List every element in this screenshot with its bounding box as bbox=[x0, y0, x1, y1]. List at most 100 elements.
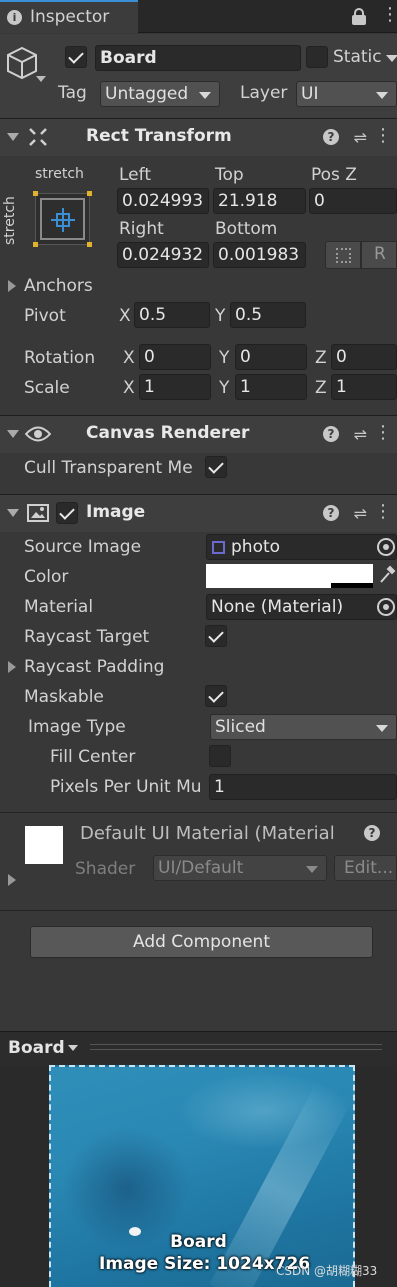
help-icon[interactable]: ? bbox=[364, 825, 380, 841]
material-expand-icon[interactable] bbox=[8, 874, 16, 886]
scale-z-label[interactable]: Z bbox=[315, 378, 327, 398]
shader-value: UI/Default bbox=[158, 858, 244, 878]
pivot-x-input[interactable]: 0.5 bbox=[134, 302, 210, 328]
eyedropper-icon[interactable] bbox=[378, 565, 396, 585]
fill-center-label: Fill Center bbox=[50, 747, 136, 767]
tag-label: Tag bbox=[58, 83, 87, 103]
kebab-menu-icon[interactable]: ⋮ bbox=[389, 821, 397, 842]
presets-icon[interactable]: ⇌ bbox=[354, 128, 367, 147]
rotation-y-label[interactable]: Y bbox=[219, 348, 229, 368]
image-enabled-checkbox[interactable] bbox=[56, 502, 78, 524]
color-swatch[interactable] bbox=[206, 564, 373, 588]
object-picker-icon[interactable] bbox=[377, 538, 395, 556]
material-field[interactable]: None (Material) bbox=[206, 594, 397, 620]
scale-label: Scale bbox=[24, 378, 70, 398]
material-preview-thumbnail bbox=[25, 826, 63, 864]
rotation-z-label[interactable]: Z bbox=[315, 348, 327, 368]
preview-dropdown[interactable]: Board bbox=[2, 1035, 84, 1061]
inspector-tab[interactable]: i Inspector bbox=[0, 0, 138, 33]
help-icon[interactable]: ? bbox=[323, 505, 339, 521]
scale-y-label[interactable]: Y bbox=[219, 378, 229, 398]
preview-dropdown-label: Board bbox=[8, 1038, 65, 1058]
kebab-menu-icon[interactable]: ⋮ bbox=[381, 4, 397, 25]
tag-dropdown[interactable]: Untagged bbox=[100, 81, 220, 107]
material-block-title: Default UI Material (Material bbox=[80, 823, 335, 844]
kebab-menu-icon[interactable]: ⋮ bbox=[389, 1037, 397, 1058]
anchors-label[interactable]: Anchors bbox=[24, 276, 93, 296]
image-header[interactable]: Image ? ⇌ ⋮ bbox=[0, 494, 397, 532]
shader-dropdown: UI/Default bbox=[153, 855, 327, 881]
rotation-z-input[interactable]: 0 bbox=[331, 344, 397, 370]
rect-transform-header[interactable]: Rect Transform ? ⇌ ⋮ bbox=[0, 118, 397, 156]
anchors-expand-icon[interactable] bbox=[8, 280, 16, 292]
chevron-down-icon bbox=[199, 92, 211, 99]
presets-icon[interactable]: ⇌ bbox=[354, 504, 367, 523]
color-label: Color bbox=[24, 567, 69, 587]
object-picker-icon[interactable] bbox=[377, 598, 395, 616]
ppu-label: Pixels Per Unit Mu bbox=[50, 777, 202, 797]
static-dropdown-caret[interactable] bbox=[386, 55, 397, 62]
pivot-label: Pivot bbox=[24, 306, 66, 326]
lock-icon[interactable] bbox=[352, 8, 366, 25]
left-label: Left bbox=[119, 165, 151, 185]
ppu-input[interactable]: 1 bbox=[209, 774, 397, 800]
active-checkbox[interactable] bbox=[65, 46, 87, 68]
bottom-input[interactable]: 0.001983 bbox=[213, 242, 306, 268]
help-icon[interactable]: ? bbox=[323, 426, 339, 442]
kebab-menu-icon[interactable]: ⋮ bbox=[374, 422, 392, 443]
inspector-tab-label: Inspector bbox=[30, 7, 110, 27]
anchor-preset-button[interactable] bbox=[33, 191, 92, 247]
rotation-x-label[interactable]: X bbox=[123, 348, 135, 368]
raycast-padding-label[interactable]: Raycast Padding bbox=[24, 657, 164, 677]
maskable-checkbox[interactable] bbox=[205, 685, 227, 707]
raw-edit-button[interactable]: R bbox=[361, 241, 397, 269]
preview-drag-bar[interactable] bbox=[90, 1044, 382, 1050]
source-image-field[interactable]: photo bbox=[206, 534, 397, 560]
top-label: Top bbox=[215, 165, 244, 185]
scale-z-input[interactable]: 1 bbox=[331, 374, 397, 400]
eye-icon bbox=[25, 426, 51, 442]
kebab-menu-icon[interactable]: ⋮ bbox=[374, 501, 392, 522]
image-type-value: Sliced bbox=[215, 717, 266, 737]
pivot-x-label[interactable]: X bbox=[119, 306, 131, 326]
presets-icon[interactable]: ⇌ bbox=[354, 425, 367, 444]
pivot-y-input[interactable]: 0.5 bbox=[230, 302, 306, 328]
divider bbox=[0, 910, 397, 911]
info-icon: i bbox=[7, 10, 22, 25]
canvas-renderer-header[interactable]: Canvas Renderer ? ⇌ ⋮ bbox=[0, 415, 397, 453]
help-icon[interactable]: ? bbox=[323, 129, 339, 145]
scale-x-label[interactable]: X bbox=[123, 378, 135, 398]
rotation-x-input[interactable]: 0 bbox=[139, 344, 211, 370]
layer-value: UI bbox=[301, 84, 319, 104]
collapse-arrow-icon bbox=[7, 509, 19, 517]
fill-center-checkbox[interactable] bbox=[209, 745, 231, 767]
gameobject-cube-icon bbox=[7, 46, 37, 80]
static-label: Static bbox=[333, 47, 382, 67]
collapse-arrow-icon bbox=[7, 133, 19, 141]
scale-x-input[interactable]: 1 bbox=[139, 374, 211, 400]
raycast-padding-expand-icon[interactable] bbox=[8, 661, 16, 673]
raycast-target-checkbox[interactable] bbox=[205, 625, 227, 647]
anchor-preset-side-label: stretch bbox=[2, 196, 18, 245]
add-component-button[interactable]: Add Component bbox=[30, 926, 373, 958]
left-input[interactable]: 0.024993 bbox=[117, 188, 209, 214]
shader-edit-label: Edit... bbox=[344, 858, 394, 878]
scale-y-input[interactable]: 1 bbox=[235, 374, 307, 400]
rotation-y-input[interactable]: 0 bbox=[235, 344, 307, 370]
posz-input[interactable]: 0 bbox=[309, 188, 397, 214]
pivot-y-label[interactable]: Y bbox=[215, 306, 225, 326]
cull-transparent-checkbox[interactable] bbox=[205, 456, 227, 478]
static-checkbox[interactable] bbox=[306, 46, 328, 68]
blueprint-mode-button[interactable] bbox=[325, 241, 361, 269]
gameobject-name-input[interactable]: Board bbox=[95, 45, 301, 71]
right-input[interactable]: 0.024932 bbox=[117, 242, 209, 268]
right-label: Right bbox=[119, 219, 164, 239]
tag-value: Untagged bbox=[105, 84, 189, 104]
maskable-label: Maskable bbox=[24, 687, 104, 707]
image-type-dropdown[interactable]: Sliced bbox=[210, 714, 397, 740]
rect-transform-title: Rect Transform bbox=[86, 126, 232, 146]
layer-dropdown[interactable]: UI bbox=[296, 81, 397, 107]
top-input[interactable]: 21.918 bbox=[213, 188, 306, 214]
kebab-menu-icon[interactable]: ⋮ bbox=[374, 125, 392, 146]
icon-dropdown-caret[interactable] bbox=[36, 76, 46, 82]
